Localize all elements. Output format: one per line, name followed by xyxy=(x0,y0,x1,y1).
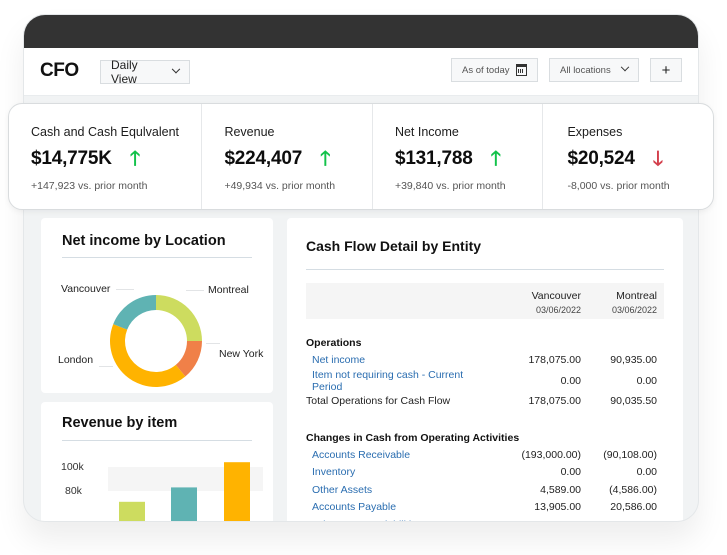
date-picker-button[interactable]: As of today xyxy=(451,58,538,82)
row-label-link[interactable]: Accounts Payable xyxy=(306,499,483,517)
row-label-link[interactable]: Net income xyxy=(306,351,483,369)
kpi-expenses[interactable]: Expenses $20,524 🡓 -8,000 vs. prior mont… xyxy=(543,104,713,209)
divider xyxy=(306,269,664,270)
cash-flow-table: Vancouver 03/06/2022 Montreal 03/06/2022… xyxy=(306,283,664,521)
kpi-summary-card: Cash and Cash Equlvalent $14,775K 🡑 +147… xyxy=(8,103,714,210)
leader-line xyxy=(99,366,113,367)
row-label-link[interactable]: Item not requiring cash - Current Period xyxy=(306,369,483,393)
date-picker-label: As of today xyxy=(462,64,510,76)
table-row: Total Operations for Cash Flow 178,075.00… xyxy=(306,393,664,411)
kpi-delta: +39,840 vs. prior month xyxy=(394,180,506,192)
add-widget-button[interactable]: + xyxy=(650,58,682,82)
row-value: 13,905.00 xyxy=(534,501,581,514)
revenue-by-item-panel: Revenue by item 100k 80k xyxy=(41,402,273,522)
arrow-down-icon: 🡓 xyxy=(652,148,664,170)
kpi-value: $20,524 xyxy=(567,148,635,169)
row-value: 178,075.00 xyxy=(528,353,581,366)
bar-2[interactable] xyxy=(171,487,197,522)
leader-line xyxy=(116,289,134,290)
table-row[interactable]: Inventory 0.00 0.00 xyxy=(306,464,664,482)
row-label-link[interactable]: Accounts Receivable xyxy=(306,446,483,464)
row-value: 20,586.00 xyxy=(610,501,657,514)
donut-chart xyxy=(110,295,202,387)
net-income-by-location-panel: Net income by Location Vancouver Montrea… xyxy=(41,218,273,393)
view-selector-label: Daily View xyxy=(111,58,138,86)
section-heading: Changes in Cash from Operating Activitie… xyxy=(306,432,520,444)
view-selector-dropdown[interactable]: Daily View xyxy=(100,58,190,86)
table-row[interactable]: Other Current Liabilities0.000.00 xyxy=(306,516,664,521)
location-selector-label: All locations xyxy=(560,64,611,76)
app-window: CFO Daily View As of today All locations… xyxy=(23,14,699,522)
donut-slice-montreal[interactable] xyxy=(156,295,202,341)
row-label-link[interactable]: Inventory xyxy=(306,464,483,482)
donut-label-new-york: New York xyxy=(219,348,264,360)
kpi-net-income[interactable]: Net Income $131,788 🡑 +39,840 vs. prior … xyxy=(373,104,544,209)
kpi-cash[interactable]: Cash and Cash Equlvalent $14,775K 🡑 +147… xyxy=(9,104,203,209)
bar-1[interactable] xyxy=(119,501,145,522)
arrow-up-icon: 🡑 xyxy=(129,148,141,170)
table-row[interactable]: Accounts Payable 13,905.00 20,586.00 xyxy=(306,499,664,517)
kpi-delta: +147,923 vs. prior month xyxy=(31,180,148,192)
row-label: Total Operations for Cash Flow xyxy=(306,395,451,408)
chevron-down-icon xyxy=(620,62,630,72)
section-spacer xyxy=(306,410,664,428)
bar-3[interactable] xyxy=(224,462,250,522)
row-value: 4,589.00 xyxy=(540,483,581,496)
panel-title: Cash Flow Detail by Entity xyxy=(306,238,482,254)
row-value: 0.00 xyxy=(560,466,581,479)
row-label-link[interactable]: Other Current Liabilities xyxy=(306,516,483,521)
kpi-value: $224,407 xyxy=(224,148,303,169)
table-row[interactable]: Item not requiring cash - Current Period… xyxy=(306,369,664,393)
leader-line xyxy=(206,343,220,344)
kpi-label: Net Income xyxy=(394,125,459,139)
y-tick-label: 100k xyxy=(61,461,84,473)
row-value: 0.00 xyxy=(560,374,581,387)
donut-label-vancouver: Vancouver xyxy=(61,283,111,295)
section-heading-row: Operations xyxy=(306,319,664,351)
leader-line xyxy=(186,290,204,291)
plus-icon: + xyxy=(661,61,671,79)
section-heading: Operations xyxy=(306,337,362,349)
row-value: (4,586.00) xyxy=(609,483,657,496)
kpi-label: Cash and Cash Equlvalent xyxy=(31,125,180,139)
chevron-down-icon xyxy=(171,64,181,74)
kpi-value: $131,788 xyxy=(394,148,473,169)
row-value: 0.00 xyxy=(636,374,657,387)
kpi-label: Expenses xyxy=(567,125,623,139)
kpi-delta: -8,000 vs. prior month xyxy=(567,180,670,192)
row-value: 90,035.50 xyxy=(610,395,657,408)
donut-label-montreal: Montreal xyxy=(208,284,249,296)
column-header: Montreal 03/06/2022 xyxy=(611,290,657,315)
row-value: 0.00 xyxy=(581,516,664,521)
table-header-row: Vancouver 03/06/2022 Montreal 03/06/2022 xyxy=(306,283,664,319)
kpi-value: $14,775K xyxy=(31,148,112,169)
row-value: 90,935.00 xyxy=(610,353,657,366)
donut-slice-london[interactable] xyxy=(110,324,186,387)
table-row[interactable]: Net income 178,075.00 90,935.00 xyxy=(306,351,664,369)
table-row[interactable]: Accounts Receivable (193,000.00) (90,108.0… xyxy=(306,446,664,464)
page-title: CFO xyxy=(40,60,79,81)
table-row[interactable]: Other Assets 4,589.00 (4,586.00) xyxy=(306,481,664,499)
kpi-label: Revenue xyxy=(224,125,275,139)
donut-slice-vancouver[interactable] xyxy=(113,295,156,330)
arrow-up-icon: 🡑 xyxy=(320,148,331,170)
location-selector-dropdown[interactable]: All locations xyxy=(549,58,639,82)
row-value: 0.00 xyxy=(483,516,581,521)
cash-flow-panel: Cash Flow Detail by Entity Vancouver 03/… xyxy=(287,218,683,521)
row-value: 0.00 xyxy=(636,466,657,479)
row-value: (90,108.00) xyxy=(603,448,657,461)
section-heading-row: Changes in Cash from Operating Activitie… xyxy=(306,428,664,446)
row-value: 178,075.00 xyxy=(528,395,581,408)
column-header: Vancouver 03/06/2022 xyxy=(531,290,581,315)
y-tick-label: 80k xyxy=(65,485,82,497)
row-label-link[interactable]: Other Assets xyxy=(306,481,483,499)
kpi-revenue[interactable]: Revenue $224,407 🡑 +49,934 vs. prior mon… xyxy=(202,104,373,209)
arrow-up-icon: 🡑 xyxy=(490,148,502,170)
dashboard-header: CFO Daily View As of today All locations… xyxy=(24,48,698,96)
row-value: (193,000.00) xyxy=(521,448,581,461)
window-title-bar xyxy=(24,15,698,48)
calendar-icon xyxy=(516,64,527,76)
kpi-delta: +49,934 vs. prior month xyxy=(224,180,336,192)
donut-label-london: London xyxy=(58,354,94,366)
